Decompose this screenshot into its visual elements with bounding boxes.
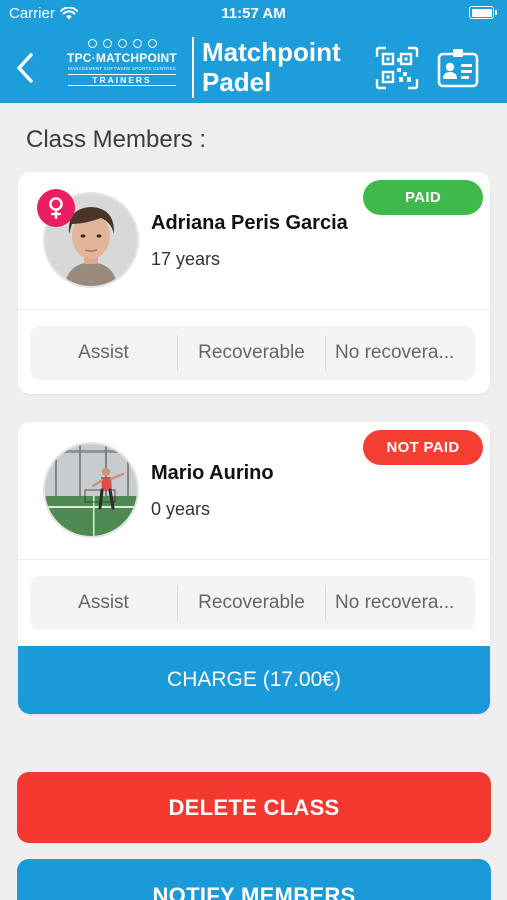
header-divider [192,37,194,98]
section-title: Class Members : [26,126,207,153]
app-header: Carrier 11:57 AM TPC·MATCHPOINT MANAGEME… [0,0,507,103]
logo-trainers: TRAINERS [68,74,176,86]
avatar [43,442,139,538]
delete-class-button[interactable]: DELETE CLASS [17,772,491,843]
option-no-recoverable[interactable]: No recovera... [325,335,475,371]
chevron-left-icon [17,53,33,83]
attendance-selector: Assist Recoverable No recovera... [30,326,475,380]
page-title-line2: Padel [202,67,272,97]
payment-status-badge: NOT PAID [363,430,483,465]
option-assist[interactable]: Assist [30,585,177,621]
notify-members-button[interactable]: NOTIFY MEMBERS [17,859,491,900]
member-card: Mario Aurino 0 years NOT PAID Assist Rec… [18,422,490,714]
tpc-matchpoint-logo: TPC·MATCHPOINT MANAGEMENT SOFTWARE SPORT… [60,36,184,94]
id-card-icon [437,49,479,88]
member-name: Adriana Peris Garcia [151,212,348,234]
payment-status-badge: PAID [363,180,483,215]
member-age: 0 years [151,499,211,519]
female-icon [49,197,63,220]
option-recoverable[interactable]: Recoverable [177,585,325,621]
charge-button[interactable]: CHARGE (17.00€) [18,646,490,714]
option-assist[interactable]: Assist [30,335,177,371]
card-divider [18,309,490,310]
logo-brand: TPC·MATCHPOINT [67,51,177,65]
battery-icon [469,6,497,19]
page-title-line1: Matchpoint [202,37,341,67]
avatar-photo [45,444,137,536]
qr-code-icon [375,46,419,90]
member-age: 17 years [151,249,221,269]
status-bar: Carrier 11:57 AM [0,0,507,28]
page-title: Matchpoint Padel [202,37,372,97]
option-recoverable[interactable]: Recoverable [177,335,325,371]
logo-tagline: MANAGEMENT SOFTWARE SPORTS CENTRES [68,66,176,71]
option-no-recoverable[interactable]: No recovera... [325,585,475,621]
back-button[interactable] [8,48,42,88]
qr-code-button[interactable] [375,46,419,90]
member-card-button[interactable] [436,46,480,90]
card-divider [18,559,490,560]
member-name: Mario Aurino [151,462,274,484]
logo-sport-icons [60,36,184,50]
status-time: 11:57 AM [221,5,286,22]
gender-badge [37,189,75,227]
attendance-selector: Assist Recoverable No recovera... [30,576,475,630]
member-card: Adriana Peris Garcia 17 years PAID Assis… [18,172,490,394]
